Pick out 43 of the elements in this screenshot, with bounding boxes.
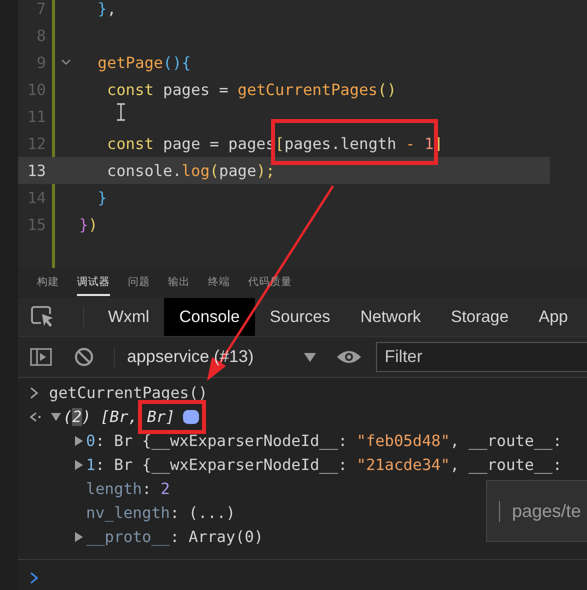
result-arrow-icon	[29, 411, 41, 423]
devtools-tab[interactable]: Wxml	[93, 298, 164, 336]
info-badge-icon	[183, 410, 200, 424]
property-text: length: 2	[86, 480, 170, 498]
console-prompt-icon	[29, 572, 39, 584]
panel-tab[interactable]: 问题	[128, 270, 150, 296]
eye-icon[interactable]	[336, 349, 362, 365]
expand-triangle-icon[interactable]	[74, 460, 84, 470]
devtools-tab[interactable]: Network	[345, 298, 436, 336]
devtools-tab[interactable]: Storage	[436, 298, 524, 336]
devtools-tab[interactable]: App	[524, 298, 583, 336]
filter-field[interactable]: Filter	[376, 342, 587, 372]
sidebar-toggle-icon[interactable]	[30, 348, 52, 366]
fold-chevron-icon[interactable]	[61, 59, 71, 66]
panel-tab[interactable]: 输出	[168, 270, 190, 296]
input-prompt-icon	[29, 387, 39, 399]
property-text: nv_length: (...)	[86, 504, 236, 522]
collapse-triangle-icon[interactable]	[51, 412, 61, 422]
inspect-icon[interactable]	[31, 306, 55, 328]
dropdown-caret-icon	[304, 352, 316, 362]
panel-tab[interactable]: 构建	[37, 270, 59, 296]
code-line: getPage(){	[96, 54, 191, 72]
console-result: (2) [Br, Br]	[63, 408, 176, 426]
property-text: 0: Br {__wxExparserNodeId__: "feb05d48", __route__:	[86, 432, 562, 450]
code-line: })	[79, 216, 98, 234]
code-line: console.log(page);	[106, 162, 275, 180]
property-text: __proto__: Array(0)	[86, 528, 264, 546]
devtools-tab[interactable]: Console	[164, 298, 255, 336]
panel-tab[interactable]: 终端	[208, 270, 230, 296]
tooltip-text: pages/te	[499, 500, 582, 522]
console-command: getCurrentPages()	[49, 384, 208, 402]
property-text: 1: Br {__wxExparserNodeId__: "21acde34", __route__:	[86, 456, 562, 474]
expand-triangle-icon[interactable]	[74, 532, 84, 542]
clear-console-icon[interactable]	[74, 347, 94, 367]
text-cursor-icon	[116, 103, 126, 121]
panel-tab[interactable]: 调试器	[77, 270, 110, 296]
expand-triangle-icon[interactable]	[74, 436, 84, 446]
code-line: }	[96, 188, 107, 206]
line-number: 13	[26, 162, 46, 180]
highlight-box	[138, 400, 206, 434]
devtools-tab[interactable]: Sources	[254, 298, 346, 336]
code-line: },	[96, 0, 116, 18]
code-line: const pages = getCurrentPages()	[106, 80, 396, 98]
